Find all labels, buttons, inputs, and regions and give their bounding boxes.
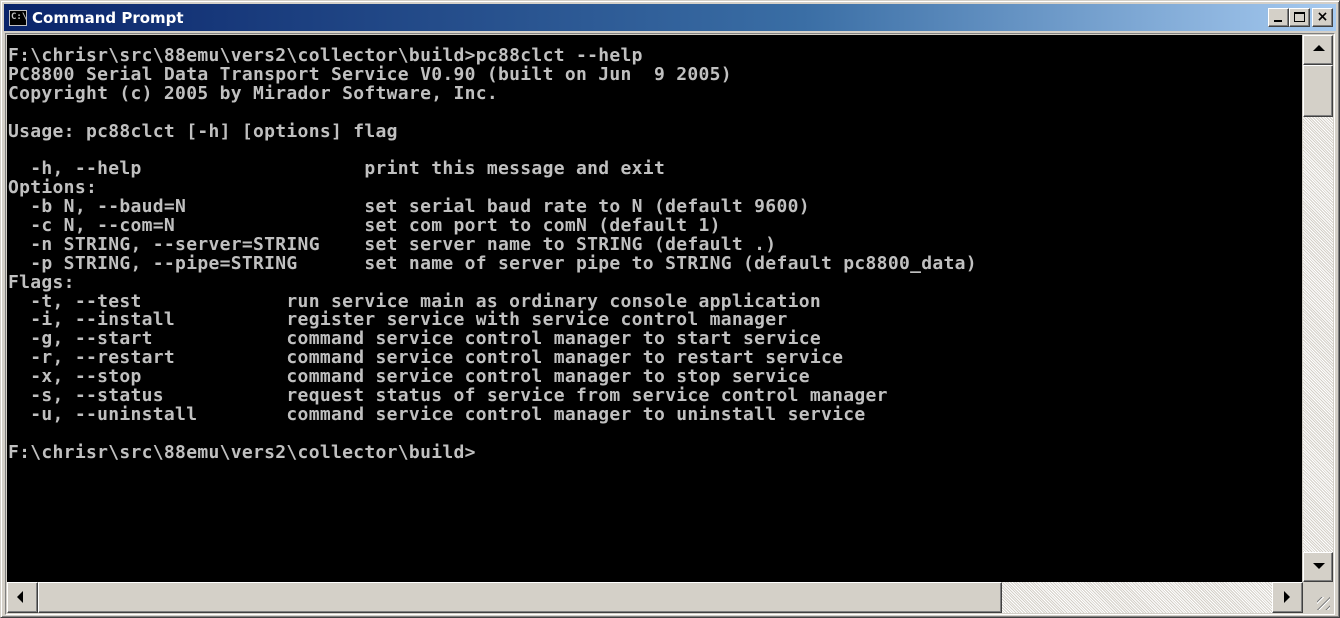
arrow-up-icon: [1313, 45, 1325, 51]
console-line: -h, --help print this message and exit: [8, 158, 666, 180]
cmd-icon[interactable]: C:\: [9, 9, 27, 26]
minimize-icon: [1274, 20, 1282, 22]
close-icon: ×: [1316, 9, 1329, 25]
maximize-icon: [1294, 12, 1305, 22]
horizontal-scroll-thumb[interactable]: [38, 582, 1002, 613]
title-bar[interactable]: C:\ Command Prompt ×: [4, 4, 1336, 31]
scroll-down-button[interactable]: [1303, 552, 1333, 582]
console-line: -u, --uninstall command service control …: [8, 403, 866, 425]
console-line: Flags:: [8, 271, 75, 293]
scroll-up-button[interactable]: [1303, 35, 1333, 65]
console-line: PC8800 Serial Data Transport Service V0.…: [8, 63, 732, 85]
horizontal-scrollbar[interactable]: [7, 582, 1303, 613]
console-client-area: F:\chrisr\src\88emu\vers2\collector\buil…: [5, 33, 1335, 615]
minimize-button[interactable]: [1268, 8, 1289, 27]
scroll-left-button[interactable]: [7, 582, 38, 613]
console-line: -p STRING, --pipe=STRING set name of ser…: [8, 252, 977, 274]
vertical-scroll-thumb[interactable]: [1303, 65, 1333, 117]
arrow-left-icon: [17, 591, 23, 603]
console-output[interactable]: F:\chrisr\src\88emu\vers2\collector\buil…: [7, 35, 1302, 582]
maximize-button[interactable]: [1289, 8, 1310, 27]
window-controls: ×: [1268, 8, 1333, 27]
scroll-right-button[interactable]: [1272, 582, 1303, 613]
console-line: F:\chrisr\src\88emu\vers2\collector\buil…: [8, 441, 476, 463]
vertical-scrollbar[interactable]: [1303, 35, 1333, 582]
console-line: Usage: pc88clct [-h] [options] flag: [8, 120, 398, 142]
close-button[interactable]: ×: [1312, 8, 1333, 27]
window-title: Command Prompt: [32, 8, 184, 27]
resize-grip-icon: [1317, 597, 1330, 610]
arrow-down-icon: [1313, 563, 1325, 569]
console-line: Copyright (c) 2005 by Mirador Software, …: [8, 82, 499, 104]
console-line: -n STRING, --server=STRING set server na…: [8, 233, 777, 255]
size-grip[interactable]: [1303, 582, 1333, 613]
command-prompt-window: C:\ Command Prompt × F:\chrisr\src\88emu…: [0, 0, 1340, 618]
arrow-right-icon: [1284, 591, 1290, 603]
